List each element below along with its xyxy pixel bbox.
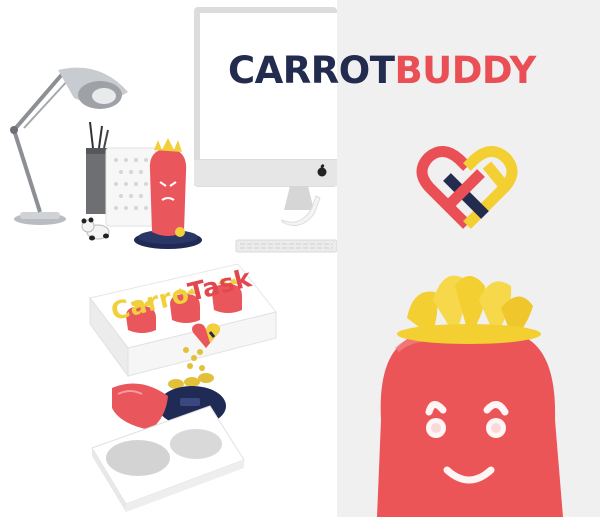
packaging-exploded-photo: CarroTask <box>0 258 337 517</box>
wordmark-part-1: CARROT <box>228 49 395 92</box>
wordmark-part-2: BUDDY <box>394 49 536 92</box>
patterned-vase <box>105 147 157 227</box>
desk-scene-photo <box>0 0 337 258</box>
box-tray <box>91 405 245 512</box>
panda-figurine <box>81 217 110 241</box>
red-carrot-body <box>112 383 168 430</box>
interwoven-heart-icon <box>416 146 518 229</box>
carrot-buddy-character <box>377 275 563 517</box>
imac-monitor <box>194 7 337 210</box>
keyboard <box>235 239 337 253</box>
pencil-cup <box>86 121 109 214</box>
brand-wordmark: CARROTBUDDY <box>228 52 588 89</box>
